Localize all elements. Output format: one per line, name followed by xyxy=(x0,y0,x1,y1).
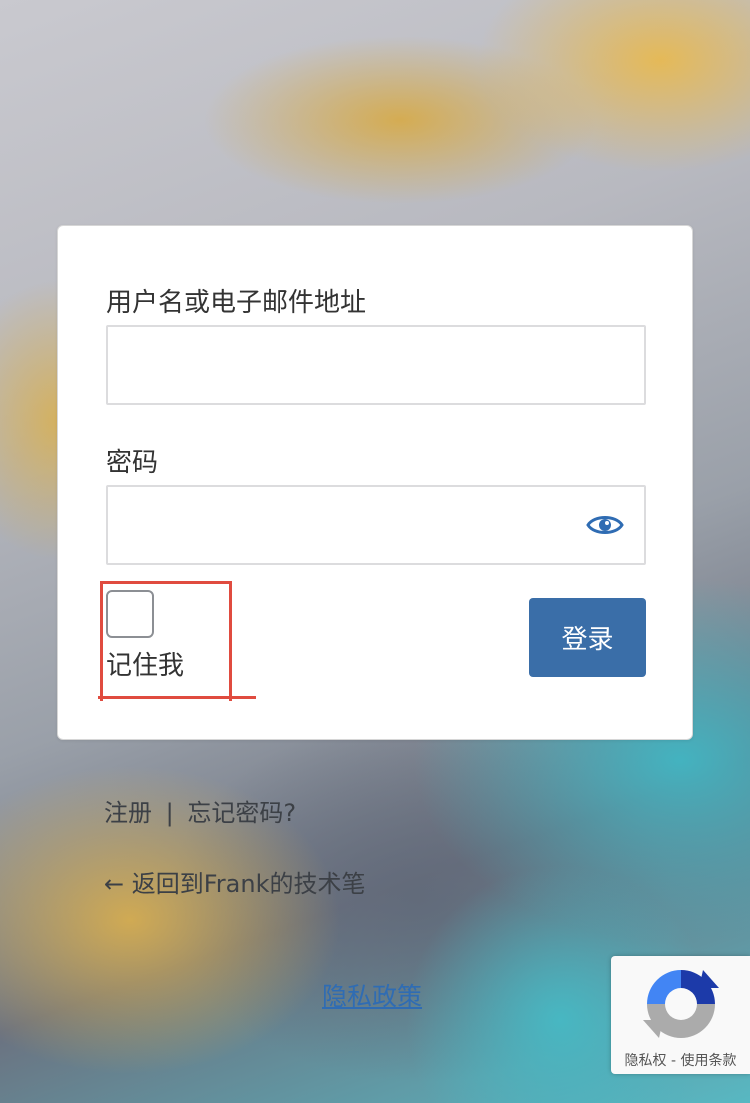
forgot-password-link[interactable]: 忘记密码? xyxy=(187,799,296,827)
eye-icon xyxy=(586,516,624,534)
auth-links: 注册 | 忘记密码? xyxy=(104,793,296,828)
username-label: 用户名或电子邮件地址 xyxy=(106,288,367,318)
recaptcha-badge: 隐私权 - 使用条款 xyxy=(611,956,750,1074)
login-button[interactable]: 登录 xyxy=(529,598,646,677)
show-password-button[interactable] xyxy=(584,508,626,542)
password-label: 密码 xyxy=(106,448,159,478)
remember-me-checkbox[interactable] xyxy=(106,590,154,638)
recaptcha-terms: 隐私权 - 使用条款 xyxy=(611,1050,750,1070)
recaptcha-terms-link[interactable]: 使用条款 xyxy=(680,1053,736,1069)
recaptcha-separator: - xyxy=(670,1053,677,1069)
link-separator: | xyxy=(165,799,174,827)
red-annotation-underline xyxy=(98,696,256,699)
password-input[interactable] xyxy=(106,485,646,565)
back-to-site-link[interactable]: ← 返回到Frank的技术笔 xyxy=(104,864,365,899)
privacy-policy-link[interactable]: 隐私政策 xyxy=(322,977,422,1013)
recaptcha-privacy-link[interactable]: 隐私权 xyxy=(625,1053,667,1069)
remember-me-label: 记住我 xyxy=(106,651,185,681)
username-input[interactable] xyxy=(106,325,646,405)
recaptcha-logo-icon xyxy=(643,970,719,1038)
login-form-card: 用户名或电子邮件地址 密码 记住我 登录 xyxy=(57,225,693,740)
register-link[interactable]: 注册 xyxy=(104,799,152,827)
